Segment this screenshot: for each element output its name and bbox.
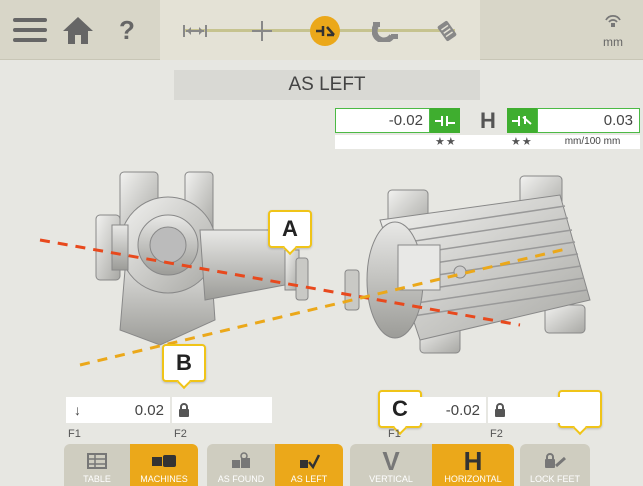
step-magnet-icon[interactable] [370, 16, 400, 46]
callout-b: B [162, 344, 206, 390]
arrow-down-icon: ↓ [74, 402, 81, 418]
table-icon [87, 450, 107, 472]
home-icon[interactable] [58, 10, 98, 50]
foot-f1-right-field[interactable]: -0.02 [418, 397, 486, 423]
state-toggle: AS FOUND AS LEFT [207, 444, 343, 486]
horizontal-label: H [480, 107, 496, 133]
top-bar: ? mm [0, 0, 643, 60]
as-found-icon [230, 450, 252, 472]
results-units: mm/100 mm [545, 135, 640, 149]
view-toggle: TABLE MACHINES [64, 444, 198, 486]
menu-icon[interactable] [10, 10, 50, 50]
offset-icon [430, 108, 460, 133]
foot-f2-right-label: F2 [490, 428, 503, 440]
machine-illustration [39, 171, 591, 367]
foot-f1-field[interactable]: ↓ 0.02 [66, 397, 170, 423]
units-toggle[interactable]: mm [593, 14, 633, 49]
page-title: AS LEFT [174, 70, 480, 100]
foot-f2-right-field[interactable] [488, 397, 588, 423]
callout-a: A [268, 210, 312, 256]
foot-f1-label: F1 [68, 428, 81, 440]
foot-f1-right-value: -0.02 [445, 401, 480, 419]
quality-stars-left: ★★ [435, 136, 457, 148]
as-left-button[interactable]: AS LEFT [275, 444, 343, 486]
foot-f1-right-label: F1 [388, 428, 401, 440]
machines-icon [151, 450, 177, 472]
callout-c: C [378, 390, 422, 436]
as-found-button[interactable]: AS FOUND [207, 444, 275, 486]
lock-feet-icon [543, 450, 567, 472]
foot-f1-value: 0.02 [134, 401, 164, 419]
angle-icon [507, 108, 537, 133]
horizontal-button[interactable]: H HORIZONTAL [432, 444, 514, 486]
units-label: mm [603, 35, 623, 49]
machines-button[interactable]: MACHINES [130, 444, 198, 486]
as-left-icon [298, 450, 320, 472]
wireless-icon [605, 14, 621, 27]
motor-machine[interactable] [366, 175, 591, 354]
step-results-icon[interactable] [310, 16, 340, 46]
coupling-half [344, 269, 360, 311]
horizontal-value: 0.03 [537, 108, 640, 133]
results-panel: -0.02 H 0.03 ★★ ★★ mm/100 mm [335, 108, 640, 150]
step-distances-icon[interactable] [180, 16, 210, 46]
vertical-button[interactable]: V VERTICAL [350, 444, 432, 486]
lock-icon [495, 403, 505, 417]
wizard-steps [160, 0, 480, 60]
quality-stars-right: ★★ [511, 136, 533, 148]
direction-toggle: V VERTICAL H HORIZONTAL [350, 444, 514, 486]
foot-f2-field[interactable] [172, 397, 272, 423]
vertical-value: -0.02 [335, 108, 430, 133]
lock-icon [179, 403, 189, 417]
step-measure-icon[interactable] [247, 16, 277, 46]
lock-feet-group: LOCK FEET [520, 444, 590, 486]
table-button[interactable]: TABLE [64, 444, 130, 486]
help-button[interactable]: ? [112, 10, 142, 50]
foot-f2-label: F2 [174, 428, 187, 440]
step-report-icon[interactable] [432, 16, 462, 46]
lock-feet-button[interactable]: LOCK FEET [520, 444, 590, 486]
